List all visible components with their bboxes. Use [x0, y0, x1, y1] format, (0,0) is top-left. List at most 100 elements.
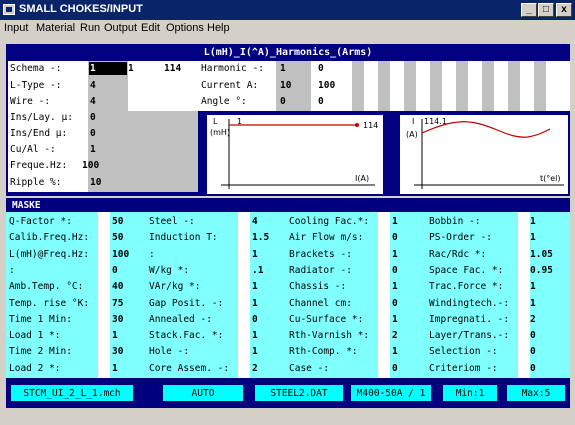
- schema-input[interactable]: 1: [90, 63, 96, 74]
- maske-value-3-4[interactable]: 0: [392, 265, 398, 276]
- maske-label-4-4: Space Fac. *:: [429, 265, 504, 276]
- current-value-2[interactable]: 100: [318, 80, 335, 91]
- maske-label-4-7: Impregnati. -:: [429, 314, 510, 325]
- maske-value-3-2[interactable]: 0: [392, 232, 398, 243]
- graph2-xlabel: t(°el): [540, 174, 561, 183]
- maske-value-4-9[interactable]: 0: [530, 346, 536, 357]
- app-icon[interactable]: [3, 4, 15, 15]
- maske-value-2-3[interactable]: 1: [252, 249, 258, 260]
- wire-input[interactable]: 4: [90, 96, 96, 107]
- maske-value-4-3[interactable]: 1.05: [530, 249, 553, 260]
- maske-value-3-6[interactable]: 0: [392, 298, 398, 309]
- status-min[interactable]: Min:1: [442, 384, 498, 402]
- maske-value-4-8[interactable]: 0: [530, 330, 536, 341]
- maske-label-1-8: Load 1 *:: [9, 330, 61, 341]
- maske-value-4-2[interactable]: 1: [530, 232, 536, 243]
- maximize-button[interactable]: □: [538, 3, 554, 17]
- ins-lay-input[interactable]: 0: [90, 112, 96, 123]
- maske-value-2-2[interactable]: 1.5: [252, 232, 269, 243]
- maske-value-1-4[interactable]: 0: [112, 265, 118, 276]
- status-steel-file[interactable]: STEEL2.DAT: [254, 384, 344, 402]
- graph2-value: 114.1: [424, 117, 447, 126]
- maske-value-1-7[interactable]: 30: [112, 314, 123, 325]
- maske-label-2-5: VAr/kg *:: [149, 281, 201, 292]
- maske-value-2-9[interactable]: 1: [252, 346, 258, 357]
- maske-value-2-10[interactable]: 2: [252, 363, 258, 374]
- current-label: Current A:: [201, 80, 259, 91]
- maske-value-3-8[interactable]: 2: [392, 330, 398, 341]
- maske-label-3-6: Channel cm:: [289, 298, 352, 309]
- maske-label-1-10: Load 2 *:: [9, 363, 61, 374]
- minimize-button[interactable]: _: [521, 3, 537, 17]
- status-max[interactable]: Max:5: [506, 384, 566, 402]
- menu-output[interactable]: Output: [104, 22, 137, 34]
- maske-value-2-8[interactable]: 1: [252, 330, 258, 341]
- maske-label-4-8: Layer/Trans.-:: [429, 330, 510, 341]
- maske-label-3-4: Radiator -:: [289, 265, 352, 276]
- schema-extra-2[interactable]: 114: [164, 63, 181, 74]
- maske-value-4-4[interactable]: 0.95: [530, 265, 553, 276]
- maske-value-2-5[interactable]: 1: [252, 281, 258, 292]
- status-material[interactable]: M400-50A / 1: [350, 384, 432, 402]
- maske-value-3-1[interactable]: 1: [392, 216, 398, 227]
- maske-label-1-7: Time 1 Min:: [9, 314, 72, 325]
- maske-value-3-5[interactable]: 1: [392, 281, 398, 292]
- maske-value-1-8[interactable]: 1: [112, 330, 118, 341]
- ripple-input[interactable]: 10: [90, 177, 101, 188]
- frequency-input[interactable]: 100: [82, 160, 99, 171]
- maske-label-2-2: Induction T:: [149, 232, 218, 243]
- maske-label-1-3: L(mH)@Freq.Hz:: [9, 249, 90, 260]
- maske-label-3-7: Cu-Surface *:: [289, 314, 364, 325]
- ins-end-input[interactable]: 0: [90, 128, 96, 139]
- maske-value-1-10[interactable]: 1: [112, 363, 118, 374]
- maske-value-3-3[interactable]: 1: [392, 249, 398, 260]
- current-value-1[interactable]: 10: [280, 80, 291, 91]
- maske-label-4-2: PS-Order -:: [429, 232, 492, 243]
- status-mode[interactable]: AUTO: [162, 384, 244, 402]
- maske-value-1-2[interactable]: 50: [112, 232, 123, 243]
- angle-label: Angle °:: [201, 96, 247, 107]
- status-mch-file[interactable]: STCM_UI_2_L_1.mch: [10, 384, 134, 402]
- maske-value-4-1[interactable]: 1: [530, 216, 536, 227]
- maske-value-4-6[interactable]: 1: [530, 298, 536, 309]
- graph1-ylabel: (mH): [210, 128, 230, 137]
- menu-options[interactable]: Options: [166, 22, 204, 34]
- angle-value-1[interactable]: 0: [280, 96, 286, 107]
- cu-al-input[interactable]: 1: [90, 144, 96, 155]
- current-waveform-graph: I 114.1 (A) t(°el): [398, 113, 570, 196]
- menu-input[interactable]: Input: [4, 22, 28, 34]
- maske-value-2-7[interactable]: 0: [252, 314, 258, 325]
- maske-value-1-3[interactable]: 100: [112, 249, 129, 260]
- maske-value-1-6[interactable]: 75: [112, 298, 123, 309]
- maske-value-3-7[interactable]: 1: [392, 314, 398, 325]
- maske-value-4-7[interactable]: 2: [530, 314, 536, 325]
- maske-label-1-9: Time 2 Min:: [9, 346, 72, 357]
- maske-value-4-5[interactable]: 1: [530, 281, 536, 292]
- maske-value-1-1[interactable]: 50: [112, 216, 123, 227]
- maske-value-4-10[interactable]: 0: [530, 363, 536, 374]
- maske-label-4-3: Rac/Rdc *:: [429, 249, 487, 260]
- maske-value-3-10[interactable]: 0: [392, 363, 398, 374]
- maske-label-2-4: W/kg *:: [149, 265, 190, 276]
- maske-label-3-5: Chassis -:: [289, 281, 347, 292]
- maske-value-2-6[interactable]: 1: [252, 298, 258, 309]
- menu-edit[interactable]: Edit: [141, 22, 160, 34]
- maske-label-1-2: Calib.Freq.Hz:: [9, 232, 90, 243]
- menu-run[interactable]: Run: [80, 22, 100, 34]
- angle-value-2[interactable]: 0: [318, 96, 324, 107]
- menu-help[interactable]: Help: [207, 22, 230, 34]
- schema-extra-1[interactable]: 1: [128, 63, 134, 74]
- maske-value-1-5[interactable]: 40: [112, 281, 123, 292]
- harmonic-value-1[interactable]: 1: [280, 63, 286, 74]
- maske-value-2-1[interactable]: 4: [252, 216, 258, 227]
- l-type-input[interactable]: 4: [90, 80, 96, 91]
- harmonic-value-2[interactable]: 0: [318, 63, 324, 74]
- title-bar: SMALL CHOKES/INPUT _ □ x: [0, 0, 575, 20]
- maske-value-2-4[interactable]: .1: [252, 265, 263, 276]
- maske-value-3-9[interactable]: 1: [392, 346, 398, 357]
- menu-material[interactable]: Material: [36, 22, 75, 34]
- graph2-ylabel: (A): [406, 130, 418, 139]
- maske-label-3-1: Cooling Fac.*:: [289, 216, 370, 227]
- close-button[interactable]: x: [556, 3, 572, 17]
- maske-value-1-9[interactable]: 30: [112, 346, 123, 357]
